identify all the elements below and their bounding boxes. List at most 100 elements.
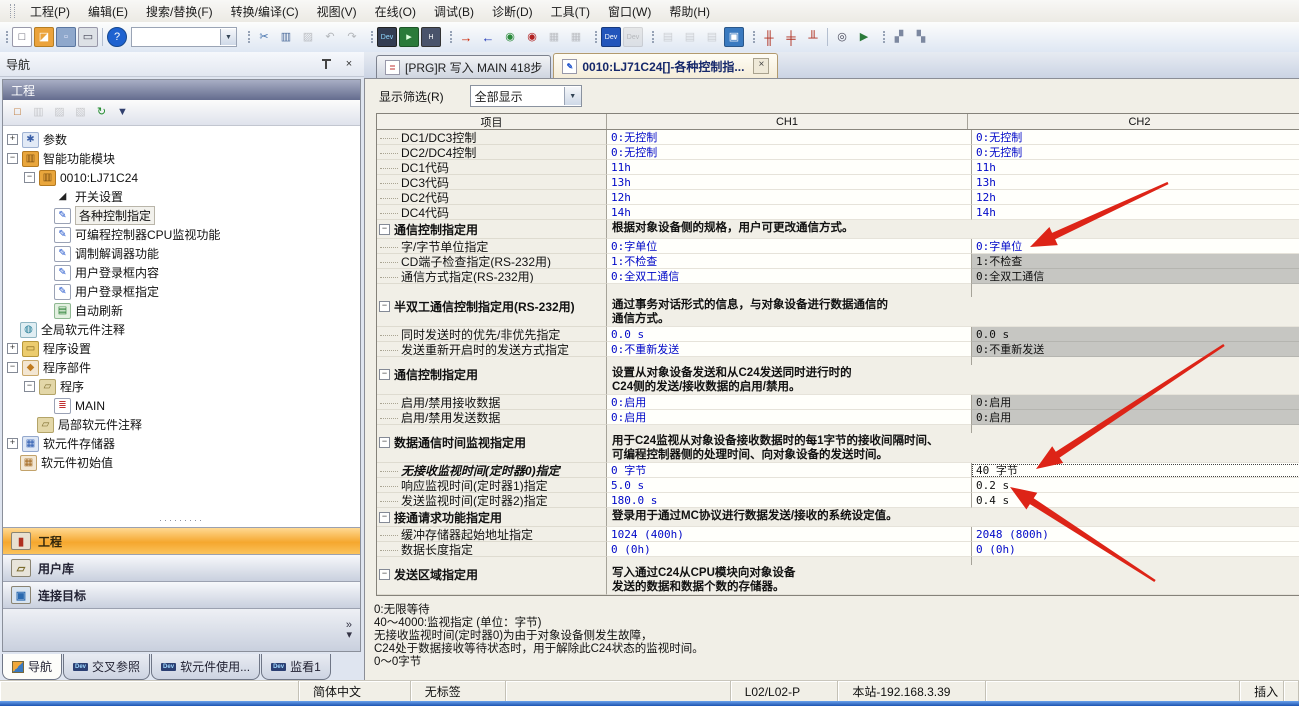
ch2-value-cell[interactable]: 0:字单位 (971, 239, 1299, 254)
menu-item-5[interactable]: 在线(O) (366, 1, 425, 22)
print-icon[interactable]: ▭ (78, 27, 98, 47)
expand-icon[interactable]: + (7, 438, 18, 449)
tree-item-12[interactable]: −◆程序部件 (3, 358, 360, 377)
data-property-icon[interactable]: ▧ (71, 103, 90, 122)
ch1-value-cell[interactable]: 0:全双工通信 (606, 269, 971, 284)
new-data-icon[interactable]: □ (8, 103, 27, 122)
menu-item-7[interactable]: 诊断(D) (483, 1, 542, 22)
ch1-value-cell[interactable]: 0:启用 (606, 410, 971, 425)
setting-name-cell[interactable]: 发送重新开启时的发送方式指定 (377, 342, 606, 357)
expand-icon[interactable]: + (7, 343, 18, 354)
setting-name-cell[interactable]: 响应监视时间(定时器1)指定 (377, 478, 606, 493)
tree-item-2[interactable]: −▥0010:LJ71C24 (3, 168, 360, 187)
tree-item-16[interactable]: +▦软元件存储器 (3, 434, 360, 453)
save-file-icon[interactable]: ▫ (56, 27, 76, 47)
setting-name-cell[interactable]: 无接收监视时间(定时器0)指定 (377, 463, 606, 478)
tree-item-4[interactable]: ✎各种控制指定 (3, 206, 360, 225)
ch1-value-cell[interactable]: 0:无控制 (606, 130, 971, 145)
ch1-value-cell[interactable]: 5.0 s (606, 478, 971, 493)
setting-name-cell[interactable]: DC2代码 (377, 190, 606, 205)
sampling-trace-icon[interactable]: ▤ (658, 27, 678, 47)
ch2-value-cell[interactable]: 0:启用 (971, 410, 1299, 425)
tree-item-1[interactable]: −▥智能功能模块 (3, 149, 360, 168)
ch1-value-cell[interactable]: 0 (0h) (606, 542, 971, 557)
copy-data-icon[interactable]: ▥ (29, 103, 48, 122)
find-device-icon[interactable]: ◎ (832, 27, 852, 47)
device-register-monitor-icon[interactable]: Dev (623, 27, 643, 47)
tree-item-14[interactable]: ≣MAIN (3, 396, 360, 415)
ch1-value-cell[interactable]: 0:无控制 (606, 145, 971, 160)
document-tab-0[interactable]: ≣[PRG]R 写入 MAIN 418步 (376, 55, 551, 78)
setting-name-cell[interactable]: 启用/禁用接收数据 (377, 395, 606, 410)
device-batch-monitor-icon[interactable]: Dev (601, 27, 621, 47)
realtime-monitor-icon[interactable]: ▤ (680, 27, 700, 47)
view-button-user-library-view[interactable]: ▱用户库 (3, 554, 360, 581)
collapse-icon[interactable]: − (24, 381, 35, 392)
tree-item-7[interactable]: ✎用户登录框内容 (3, 263, 360, 282)
logging-config-icon[interactable]: ▞ (889, 27, 909, 47)
docked-tab-navigation-tree[interactable]: 导航 (2, 654, 62, 680)
copy-icon[interactable]: ▥ (276, 27, 296, 47)
ch1-value-cell[interactable]: 1:不检查 (606, 254, 971, 269)
close-icon[interactable]: × (753, 58, 769, 74)
setting-name-cell[interactable]: 缓冲存储器起始地址指定 (377, 527, 606, 542)
ch1-value-cell[interactable]: 14h (606, 205, 971, 220)
sort-filter-icon[interactable]: ▼ (113, 103, 132, 122)
toolbar-combobox[interactable]: ▼ (131, 27, 237, 47)
tree-item-6[interactable]: ✎调制解调器功能 (3, 244, 360, 263)
menu-item-8[interactable]: 工具(T) (542, 1, 599, 22)
ch1-value-cell[interactable]: 0.0 s (606, 327, 971, 342)
menu-item-10[interactable]: 帮助(H) (660, 1, 719, 22)
read-from-plc-icon[interactable]: ← (478, 27, 498, 47)
menu-item-3[interactable]: 转换/编译(C) (222, 1, 308, 22)
menu-item-9[interactable]: 窗口(W) (599, 1, 660, 22)
module-tools-icon[interactable]: ▤ (702, 27, 722, 47)
refresh-view-icon[interactable]: ↻ (92, 103, 111, 122)
close-icon[interactable]: × (340, 56, 358, 73)
tree-item-5[interactable]: ✎可编程控制器CPU监视功能 (3, 225, 360, 244)
docked-tab-dev-watch[interactable]: Dev监看1 (261, 654, 331, 680)
pin-icon[interactable] (320, 56, 338, 73)
jump-monitor-icon[interactable]: ▶ (854, 27, 874, 47)
collapse-icon[interactable]: − (379, 437, 390, 448)
menu-item-0[interactable]: 工程(P) (21, 1, 79, 22)
setting-name-cell[interactable]: 字/字节单位指定 (377, 239, 606, 254)
setting-name-cell[interactable]: DC1/DC3控制 (377, 130, 606, 145)
delete-plc-data-icon[interactable]: ◉ (522, 27, 542, 47)
ch1-value-cell[interactable]: 11h (606, 160, 971, 175)
collapse-icon[interactable]: − (24, 172, 35, 183)
ch2-value-cell[interactable]: 13h (971, 175, 1299, 190)
setting-name-cell[interactable]: DC3代码 (377, 175, 606, 190)
panel-splitter[interactable]: ········· (3, 513, 360, 527)
setting-name-cell[interactable]: 通信方式指定(RS-232用) (377, 269, 606, 284)
ladder-monitor-write-icon[interactable]: ╪ (781, 27, 801, 47)
ch2-value-cell[interactable]: 11h (971, 160, 1299, 175)
view-button-project-view[interactable]: ▮工程 (3, 527, 360, 554)
paste-icon[interactable]: ▨ (298, 27, 318, 47)
docked-tab-dev-usage-list[interactable]: Dev软元件使用... (151, 654, 260, 680)
ch1-value-cell[interactable]: 0:启用 (606, 395, 971, 410)
document-tab-1[interactable]: ✎0010:LJ71C24[]-各种控制指...× (553, 53, 778, 78)
pc-monitor-icon[interactable]: ▣ (724, 27, 744, 47)
ch1-value-cell[interactable]: 0 字节 (606, 463, 971, 478)
setting-name-cell[interactable]: 数据长度指定 (377, 542, 606, 557)
help-icon[interactable]: ? (107, 27, 127, 47)
ch1-value-cell[interactable]: 0:不重新发送 (606, 342, 971, 357)
ch2-value-cell[interactable]: 0.4 s (971, 493, 1299, 508)
tree-item-15[interactable]: ▱局部软元件注释 (3, 415, 360, 434)
ladder-monitor-start-icon[interactable]: ╫ (759, 27, 779, 47)
setting-name-cell[interactable]: CD端子检查指定(RS-232用) (377, 254, 606, 269)
ladder-pulse-icon[interactable]: ╨ (803, 27, 823, 47)
ch2-value-cell[interactable]: 0.0 s (971, 327, 1299, 342)
ch2-value-cell[interactable]: 0:无控制 (971, 145, 1299, 160)
collapse-icon[interactable]: − (379, 224, 390, 235)
ch2-value-cell[interactable]: 0 (0h) (971, 542, 1299, 557)
tree-item-8[interactable]: ✎用户登录框指定 (3, 282, 360, 301)
tree-item-0[interactable]: +✱参数 (3, 130, 360, 149)
menu-item-1[interactable]: 编辑(E) (79, 1, 137, 22)
set-clock-icon[interactable]: ▦ (566, 27, 586, 47)
ch2-value-cell[interactable]: 14h (971, 205, 1299, 220)
ch2-value-cell[interactable]: 1:不检查 (971, 254, 1299, 269)
ch2-value-cell-selected[interactable]: 40 字节 (971, 463, 1299, 478)
ch2-value-cell[interactable]: 12h (971, 190, 1299, 205)
